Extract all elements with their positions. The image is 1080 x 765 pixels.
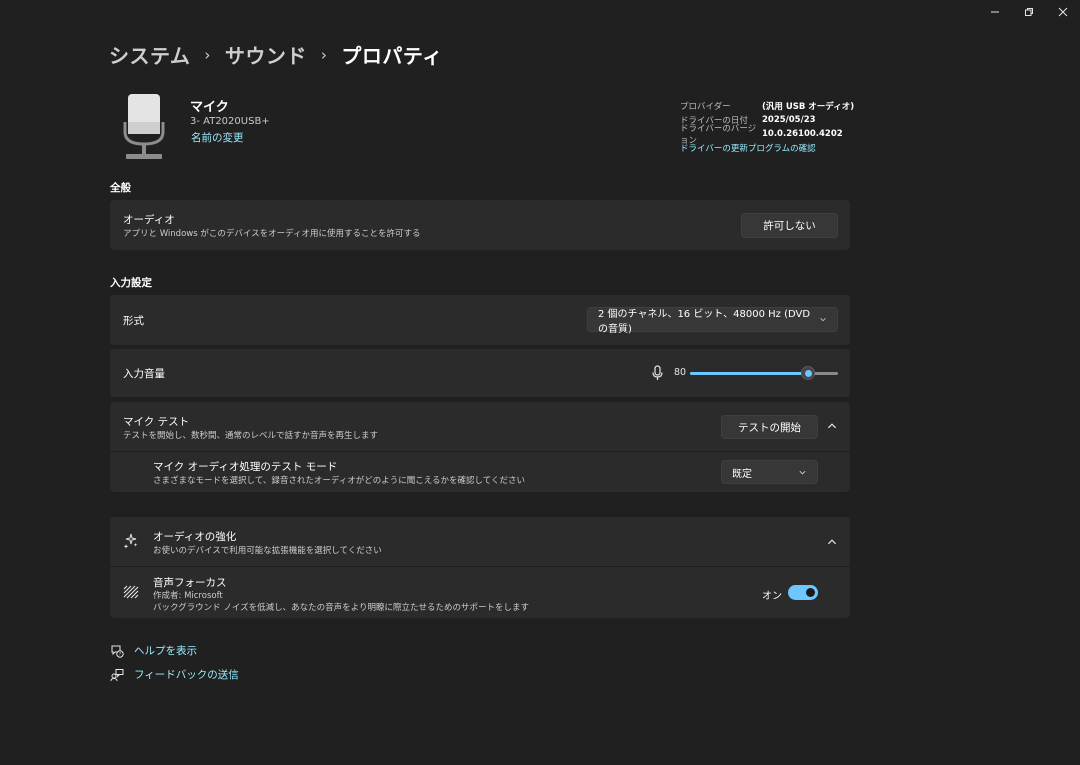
mic-test-title: マイク テスト bbox=[123, 416, 190, 428]
driver-provider-label: プロバイダー bbox=[680, 102, 731, 112]
enhancement-divider bbox=[110, 566, 850, 567]
voice-focus-icon bbox=[123, 585, 139, 599]
driver-provider-row: プロバイダー (汎用 USB オーディオ) bbox=[680, 99, 854, 113]
slider-fill bbox=[690, 372, 808, 375]
input-volume-title: 入力音量 bbox=[123, 368, 165, 380]
breadcrumb: システム › サウンド › プロパティ bbox=[109, 40, 443, 69]
general-section-title: 全般 bbox=[110, 182, 131, 194]
driver-update-link[interactable]: ドライバーの更新プログラムの確認 bbox=[680, 141, 854, 155]
start-test-button[interactable]: テストの開始 bbox=[721, 415, 818, 439]
audio-permission-card: オーディオ アプリと Windows がこのデバイスをオーディオ用に使用すること… bbox=[110, 200, 850, 250]
device-name: マイク bbox=[190, 100, 229, 115]
voice-focus-desc: バックグラウンド ノイズを低減し、あなたの音声をより明瞭に際立たせるためのサポー… bbox=[153, 603, 529, 613]
format-dropdown[interactable]: 2 個のチャネル、16 ビット、48000 Hz (DVD の音質) bbox=[587, 307, 838, 335]
voice-focus-state: オン bbox=[762, 591, 782, 602]
input-volume-card: 入力音量 80 bbox=[110, 349, 850, 397]
settings-window: システム › サウンド › プロパティ マイク 3- AT2020USB+ 名前… bbox=[0, 0, 1080, 765]
voice-focus-title: 音声フォーカス bbox=[153, 577, 227, 589]
device-model: 3- AT2020USB+ bbox=[190, 116, 270, 127]
breadcrumb-sound[interactable]: サウンド bbox=[225, 40, 307, 69]
audio-enhancement-icon bbox=[123, 533, 138, 549]
chevron-down-icon bbox=[799, 470, 806, 474]
chevron-up-icon[interactable] bbox=[826, 420, 838, 432]
close-button[interactable] bbox=[1046, 0, 1080, 24]
microphone-icon[interactable] bbox=[651, 365, 664, 381]
rename-link[interactable]: 名前の変更 bbox=[191, 130, 244, 145]
mic-test-desc: テストを開始し、数秒間、通常のレベルで話すか音声を再生します bbox=[123, 431, 379, 441]
audio-enhancement-card: オーディオの強化 お使いのデバイスで利用可能な拡張機能を選択してください 音声フ… bbox=[110, 517, 850, 618]
test-mode-title: マイク オーディオ処理のテスト モード bbox=[153, 461, 338, 473]
breadcrumb-separator-icon: › bbox=[320, 45, 328, 64]
help-link-label: ヘルプを表示 bbox=[134, 645, 197, 657]
driver-info: プロバイダー (汎用 USB オーディオ) ドライバーの日付 2025/05/2… bbox=[680, 99, 854, 155]
chevron-up-icon[interactable] bbox=[826, 536, 838, 548]
voice-focus-toggle[interactable] bbox=[788, 585, 818, 600]
help-icon: ? bbox=[111, 645, 124, 658]
format-card: 形式 2 個のチャネル、16 ビット、48000 Hz (DVD の音質) bbox=[110, 295, 850, 345]
driver-version-value: 10.0.26100.4202 bbox=[762, 129, 843, 139]
feedback-icon bbox=[110, 668, 124, 681]
audio-permission-desc: アプリと Windows がこのデバイスをオーディオ用に使用することを許可する bbox=[123, 229, 421, 239]
mic-test-divider bbox=[110, 451, 850, 452]
microphone-device-icon bbox=[123, 94, 165, 159]
input-volume-slider[interactable] bbox=[690, 365, 838, 381]
voice-focus-author: 作成者: Microsoft bbox=[153, 591, 223, 601]
chevron-down-icon bbox=[820, 318, 826, 322]
audio-permission-title: オーディオ bbox=[123, 214, 175, 226]
driver-provider-value: (汎用 USB オーディオ) bbox=[762, 102, 855, 112]
input-section-title: 入力設定 bbox=[110, 277, 152, 289]
restore-button[interactable] bbox=[1012, 0, 1046, 24]
close-icon bbox=[1058, 7, 1068, 17]
format-title: 形式 bbox=[123, 315, 144, 327]
test-mode-value: 既定 bbox=[732, 468, 752, 480]
audio-enhancement-desc: お使いのデバイスで利用可能な拡張機能を選択してください bbox=[153, 546, 382, 556]
minimize-button[interactable] bbox=[978, 0, 1012, 24]
input-volume-value: 80 bbox=[674, 367, 687, 378]
breadcrumb-properties: プロパティ bbox=[341, 44, 443, 68]
breadcrumb-system[interactable]: システム bbox=[109, 40, 190, 69]
mic-test-card: マイク テスト テストを開始し、数秒間、通常のレベルで話すか音声を再生します テ… bbox=[110, 402, 850, 492]
feedback-link-label: フィードバックの送信 bbox=[134, 669, 239, 681]
driver-date-value: 2025/05/23 bbox=[762, 115, 816, 125]
test-mode-dropdown[interactable]: 既定 bbox=[721, 460, 818, 484]
restore-icon bbox=[1025, 8, 1033, 16]
slider-thumb[interactable] bbox=[801, 366, 815, 380]
audio-enhancement-title: オーディオの強化 bbox=[153, 531, 237, 543]
feedback-link[interactable]: フィードバックの送信 bbox=[110, 667, 239, 682]
deny-audio-button[interactable]: 許可しない bbox=[741, 213, 838, 238]
format-dropdown-value: 2 個のチャネル、16 ビット、48000 Hz (DVD の音質) bbox=[598, 308, 811, 335]
minimize-icon bbox=[991, 11, 999, 13]
breadcrumb-separator-icon: › bbox=[204, 45, 211, 64]
help-link[interactable]: ? ヘルプを表示 bbox=[110, 643, 197, 658]
title-bar-controls bbox=[978, 0, 1080, 24]
test-mode-desc: さまざまなモードを選択して、録音されたオーディオがどのように聞こえるかを確認して… bbox=[153, 476, 525, 486]
driver-version-row: ドライバーのバージョン 10.0.26100.4202 bbox=[680, 124, 854, 146]
